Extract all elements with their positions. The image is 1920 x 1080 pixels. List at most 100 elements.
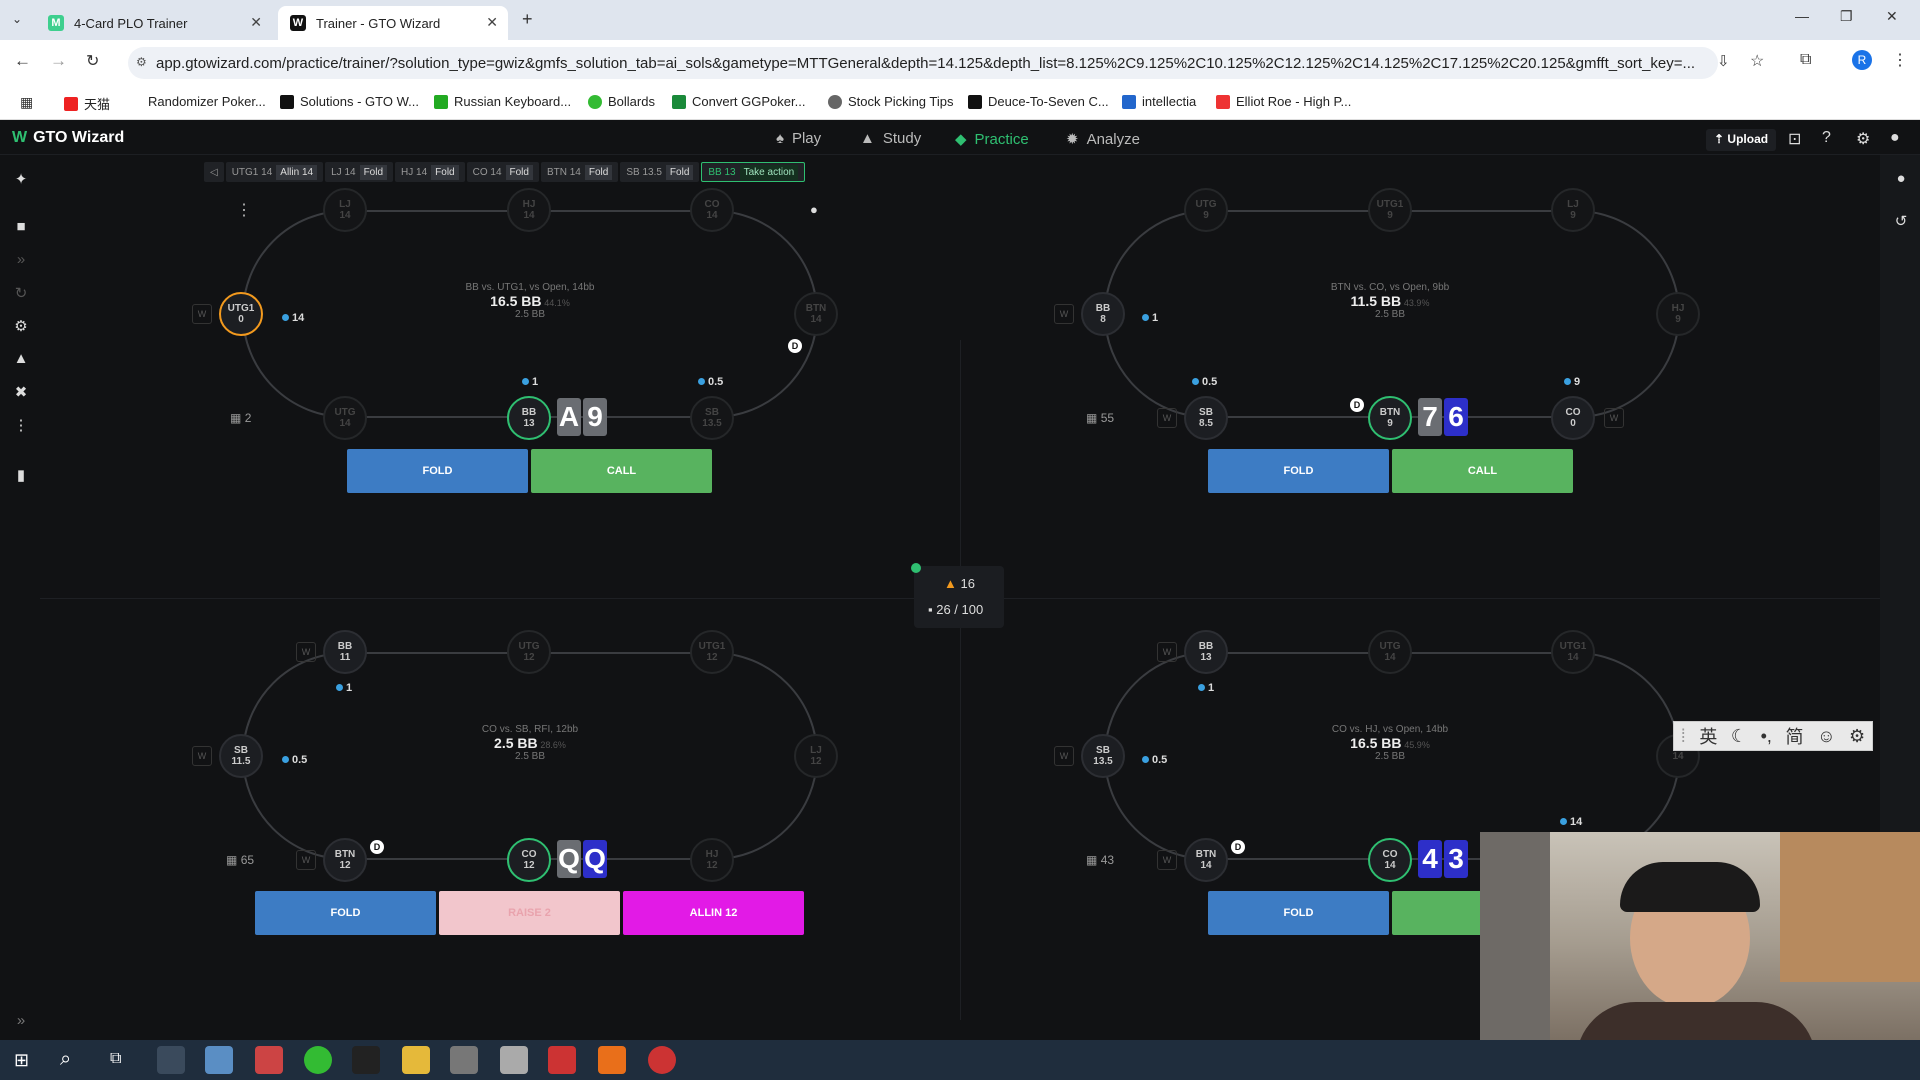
emoji-icon[interactable]: ☺ (1817, 726, 1835, 747)
search-icon[interactable]: ⌕ (60, 1048, 71, 1071)
back-icon[interactable]: ← (14, 51, 31, 71)
fold-button[interactable]: FOLD (347, 449, 528, 493)
capcut-taskbar-icon[interactable] (598, 1046, 626, 1074)
stats-chart-icon[interactable]: ▮ (12, 466, 30, 484)
action-pill[interactable]: LJ 14 Fold (325, 162, 394, 182)
account-icon[interactable]: ● (1890, 129, 1900, 147)
obs-taskbar-icon[interactable] (648, 1046, 676, 1074)
allin-button[interactable]: ALLIN 12 (623, 891, 804, 935)
fold-button[interactable]: FOLD (1208, 891, 1389, 935)
action-pill[interactable]: UTG1 14 Allin 14 (225, 162, 324, 182)
url-field[interactable]: app.gtowizard.com/practice/trainer/?solu… (128, 47, 1718, 79)
graduation-cap-icon: ▲ (860, 130, 875, 147)
nav-play[interactable]: ♠ Play (776, 130, 821, 147)
hint-bulb-icon[interactable]: ● (1892, 170, 1910, 188)
wizard-taskbar-icon[interactable] (548, 1046, 576, 1074)
window-close-icon[interactable]: ✕ (1886, 8, 1898, 25)
spot-title: CO vs. SB, RFI, 12bb (481, 724, 579, 735)
forward-icon[interactable]: → (50, 51, 67, 71)
ime-language-toggle[interactable]: 英 (1699, 723, 1717, 749)
new-tab-icon[interactable]: + (522, 9, 533, 30)
bookmark-convert-ggpoker[interactable]: Convert GGPoker... (672, 94, 805, 109)
bookmark-star-icon[interactable]: ☆ (1750, 51, 1764, 71)
call-button[interactable]: CALL (1392, 449, 1573, 493)
raise-button[interactable]: RAISE 2 (439, 891, 620, 935)
bookmark-randomizer[interactable]: Randomizer Poker... (148, 94, 266, 109)
apps-grid-icon[interactable]: ▦ (20, 94, 33, 111)
profile-avatar[interactable]: R (1852, 50, 1872, 70)
game-icon[interactable]: ✦ (12, 170, 30, 188)
wechat-taskbar-icon[interactable] (304, 1046, 332, 1074)
bookmark-deuce-to-seven[interactable]: Deuce-To-Seven C... (968, 94, 1109, 109)
install-icon[interactable]: ⇩ (1717, 52, 1730, 70)
settings-gear-icon[interactable]: ⚙ (1856, 129, 1870, 149)
chrome-taskbar-icon[interactable] (157, 1046, 185, 1074)
action-pill[interactable]: SB 13.5 Fold (620, 162, 700, 182)
bookmark-stock-picking[interactable]: Stock Picking Tips (828, 94, 954, 109)
bookmark-elliot-roe[interactable]: Elliot Roe - High P... (1216, 94, 1351, 109)
extensions-icon[interactable]: ⧉ (1800, 51, 1811, 69)
screenshot-icon[interactable]: ⊡ (1788, 129, 1801, 149)
browser-menu-icon[interactable]: ⋮ (1892, 50, 1908, 70)
tab-gto-wizard[interactable]: W Trainer - GTO Wizard ✕ (278, 6, 508, 40)
tab-list-chevron-icon[interactable]: ⌄ (12, 12, 22, 26)
close-icon[interactable]: ✕ (486, 14, 498, 31)
w-badge: W (296, 850, 316, 870)
nav-study[interactable]: ▲ Study (860, 130, 921, 147)
close-icon[interactable]: ✕ (250, 14, 262, 31)
seat-hj: HJ 12 (690, 838, 734, 882)
bookmark-tmall[interactable]: 天猫 (64, 94, 110, 113)
nav-analyze[interactable]: ✹ Analyze (1066, 130, 1140, 149)
hand-count: ▦ 43 (1086, 853, 1114, 867)
ime-grip-icon[interactable]: ⁞ (1681, 726, 1686, 747)
study-cap-icon[interactable]: ▲ (12, 350, 30, 368)
paint-taskbar-icon[interactable] (500, 1046, 528, 1074)
punctuation-icon[interactable]: •, (1761, 726, 1772, 747)
bookmark-bollards[interactable]: Bollards (588, 94, 655, 109)
hint-bulb-icon[interactable]: ● (810, 202, 818, 217)
call-button[interactable]: CALL (531, 449, 712, 493)
table-menu-icon[interactable]: ⋮ (236, 200, 252, 220)
restore-icon[interactable]: ❐ (1840, 8, 1853, 25)
pot-size: 2.5 BB (494, 735, 538, 751)
current-action-pill[interactable]: BB 13 Take action (701, 162, 806, 182)
app-logo[interactable]: W GTO Wizard (12, 129, 124, 147)
seat-lj: LJ 9 (1551, 188, 1595, 232)
moon-icon[interactable]: ☾ (1731, 726, 1747, 747)
settings-icon[interactable]: ⚙ (12, 317, 30, 335)
ime-settings-icon[interactable]: ⚙ (1849, 726, 1865, 747)
stop-icon[interactable]: ■ (12, 218, 30, 236)
app-taskbar-icon[interactable] (205, 1046, 233, 1074)
gtowizard-icon (280, 94, 294, 109)
gg-taskbar-icon[interactable] (255, 1046, 283, 1074)
history-back-button[interactable]: ◁ (204, 162, 224, 182)
bookmark-russian-keyboard[interactable]: Russian Keyboard... (434, 94, 571, 109)
repeat-icon[interactable]: ↻ (12, 284, 30, 302)
fast-forward-icon[interactable]: » (12, 251, 30, 269)
more-icon[interactable]: ⋮ (12, 416, 30, 434)
bookmark-solutions[interactable]: Solutions - GTO W... (280, 94, 419, 109)
file-explorer-icon[interactable] (402, 1046, 430, 1074)
media-taskbar-icon[interactable] (450, 1046, 478, 1074)
fold-button[interactable]: FOLD (1208, 449, 1389, 493)
history-icon[interactable]: ↺ (1892, 212, 1910, 230)
ime-script-toggle[interactable]: 简 (1786, 723, 1804, 749)
fold-button[interactable]: FOLD (255, 891, 436, 935)
site-info-icon[interactable]: ⚙ (136, 55, 147, 69)
clubgg-taskbar-icon[interactable] (352, 1046, 380, 1074)
spade-icon: ♠ (776, 130, 784, 147)
minimize-icon[interactable]: — (1795, 8, 1809, 24)
action-pill[interactable]: CO 14 Fold (466, 162, 539, 182)
windows-start-icon[interactable]: ⊞ (14, 1050, 29, 1071)
bookmark-intellectia[interactable]: intellectia (1122, 94, 1196, 109)
task-view-icon[interactable]: ⧉ (110, 1050, 121, 1068)
action-pill[interactable]: BTN 14 Fold (540, 162, 619, 182)
reload-icon[interactable]: ↻ (86, 51, 99, 71)
upload-button[interactable]: ⇡ Upload (1706, 129, 1777, 151)
mute-icon[interactable]: ✖ (12, 383, 30, 401)
nav-practice[interactable]: ◆ Practice (955, 130, 1029, 149)
expand-sidebar-icon[interactable]: » (12, 1012, 30, 1030)
help-icon[interactable]: ? (1822, 129, 1831, 147)
action-pill[interactable]: HJ 14 Fold (395, 162, 465, 182)
tab-plo-trainer[interactable]: M 4-Card PLO Trainer ✕ (36, 6, 272, 40)
